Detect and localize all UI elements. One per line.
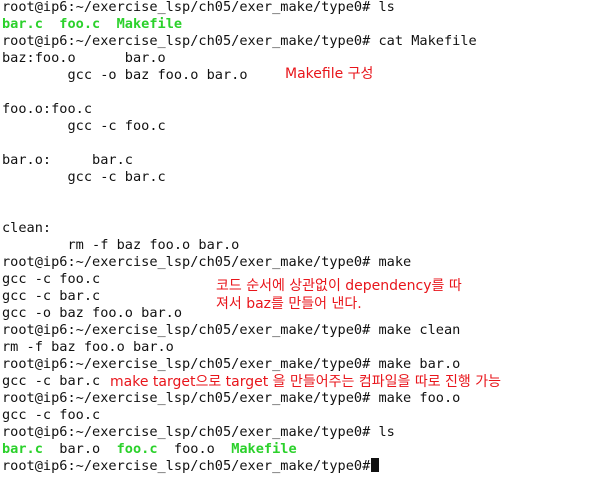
shell-prompt: root@ip6:~/exercise_lsp/ch05/exer_make/t… (2, 356, 371, 372)
prompt-line: root@ip6:~/exercise_lsp/ch05/exer_make/t… (2, 0, 395, 16)
annotation-dependency-line2: 져서 baz를 만들어 낸다. (216, 296, 362, 312)
output-line: gcc -c foo.c (2, 407, 101, 423)
prompt-line: root@ip6:~/exercise_lsp/ch05/exer_make/t… (2, 322, 460, 339)
ls-output: bar.c bar.o foo.c foo.o Makefile (2, 441, 297, 458)
output-line: foo.o:foo.c (2, 101, 93, 117)
shell-command: make bar.o (370, 356, 461, 372)
output-line: gcc -c foo.c (2, 271, 101, 287)
output-line: gcc -c bar.c (2, 169, 166, 185)
output-line: clean: (2, 220, 52, 236)
output-line: rm -f baz foo.o bar.o (2, 237, 240, 253)
prompt-line: root@ip6:~/exercise_lsp/ch05/exer_make/t… (2, 424, 395, 441)
shell-prompt: root@ip6:~/exercise_lsp/ch05/exer_make/t… (2, 254, 371, 270)
file-entry: foo.o (173, 441, 215, 457)
shell-command: make (370, 254, 412, 270)
shell-prompt: root@ip6:~/exercise_lsp/ch05/exer_make/t… (2, 322, 371, 338)
shell-prompt: root@ip6:~/exercise_lsp/ch05/exer_make/t… (2, 458, 371, 474)
output-line: baz:foo.o bar.o (2, 50, 166, 66)
prompt-line: root@ip6:~/exercise_lsp/ch05/exer_make/t… (2, 254, 411, 271)
shell-command: make foo.o (370, 390, 461, 406)
file-entry: foo.c (59, 16, 101, 32)
prompt-line: root@ip6:~/exercise_lsp/ch05/exer_make/t… (2, 356, 460, 373)
output-line: gcc -o baz foo.o bar.o (2, 305, 183, 321)
prompt-line: root@ip6:~/exercise_lsp/ch05/exer_make/t… (2, 33, 477, 50)
file-entry: bar.c (2, 16, 43, 32)
shell-command: cat Makefile (370, 33, 477, 49)
output-line: gcc -c bar.c (2, 373, 101, 389)
output-line: gcc -c bar.c (2, 288, 101, 304)
prompt-line: root@ip6:~/exercise_lsp/ch05/exer_make/t… (2, 458, 380, 475)
shell-prompt: root@ip6:~/exercise_lsp/ch05/exer_make/t… (2, 390, 371, 406)
output-line: gcc -c foo.c (2, 118, 166, 134)
shell-command: ls (370, 0, 395, 15)
ls-output: bar.c foo.c Makefile (2, 16, 182, 33)
shell-prompt: root@ip6:~/exercise_lsp/ch05/exer_make/t… (2, 424, 371, 440)
terminal-cursor (371, 458, 380, 472)
file-entry: bar.c (2, 441, 43, 457)
annotation-dependency-line1: 코드 순서에 상관없이 dependency를 따 (216, 278, 462, 294)
output-line: bar.o: bar.c (2, 152, 133, 168)
annotation-makefile: Makefile 구성 (285, 66, 374, 82)
shell-command: make clean (370, 322, 461, 338)
output-line: gcc -o baz foo.o bar.o (2, 67, 248, 83)
file-entry: foo.c (116, 441, 158, 457)
file-entry: Makefile (116, 16, 183, 32)
file-entry: bar.o (59, 441, 101, 457)
file-entry: Makefile (231, 441, 297, 457)
annotation-make-target: make target으로 target 을 만들어주는 컴파일을 따로 진행 … (110, 374, 502, 390)
prompt-line: root@ip6:~/exercise_lsp/ch05/exer_make/t… (2, 390, 460, 407)
shell-prompt: root@ip6:~/exercise_lsp/ch05/exer_make/t… (2, 0, 371, 15)
output-line: rm -f baz foo.o bar.o (2, 339, 174, 355)
shell-prompt: root@ip6:~/exercise_lsp/ch05/exer_make/t… (2, 33, 371, 49)
shell-command: ls (370, 424, 395, 440)
